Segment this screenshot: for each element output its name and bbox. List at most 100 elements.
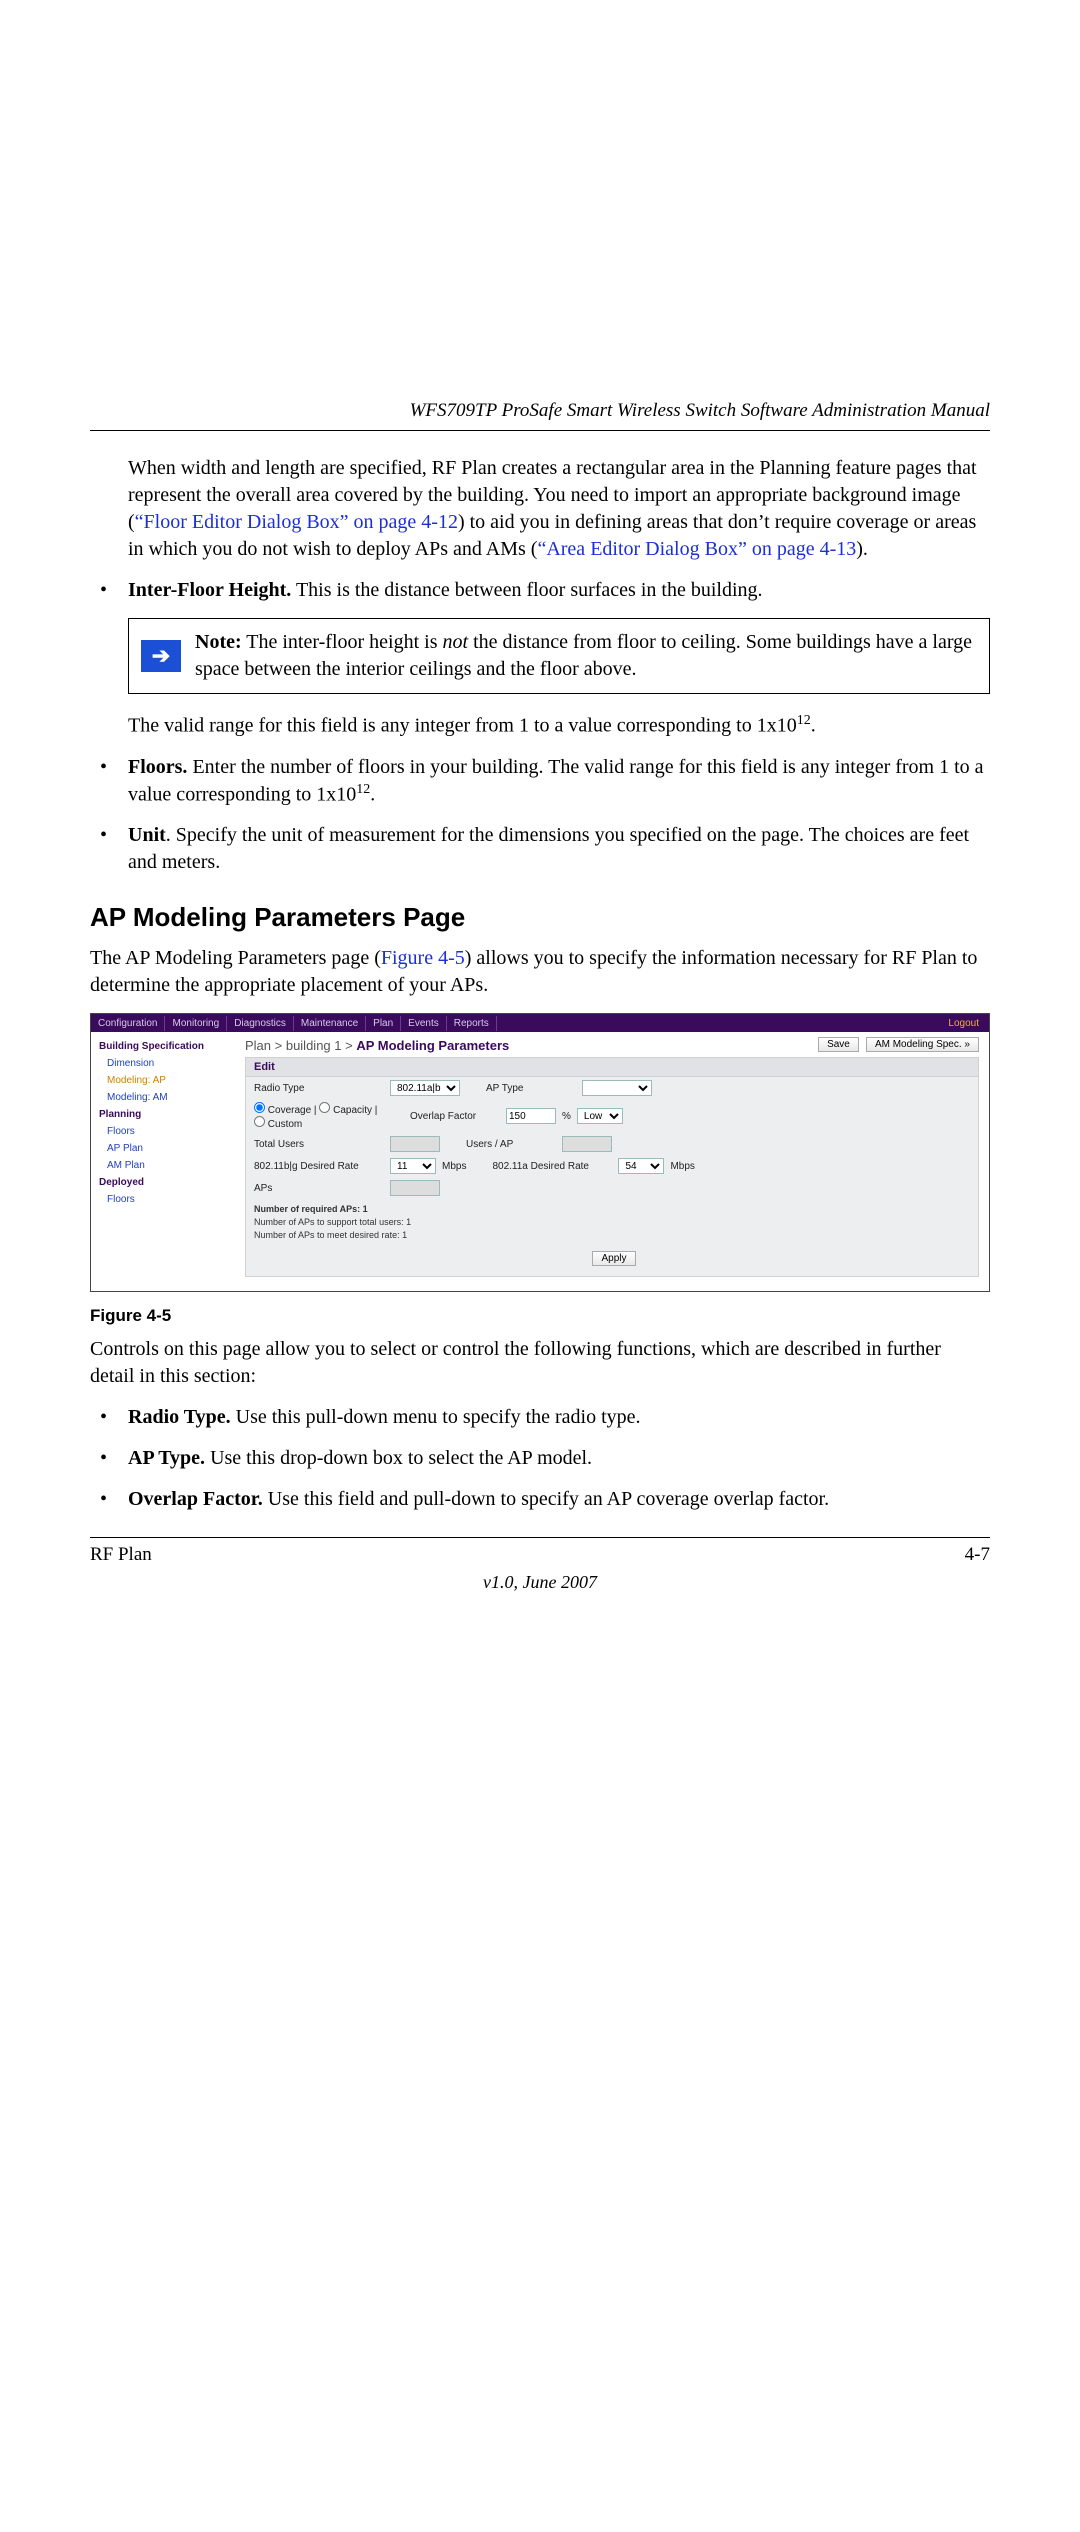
ap-type-bold: AP Type.	[128, 1447, 205, 1469]
figure-screenshot: Configuration Monitoring Diagnostics Mai…	[90, 1013, 990, 1292]
note-arrow-icon: ➔	[141, 640, 181, 672]
sidebar: Building Specification Dimension Modelin…	[91, 1032, 241, 1291]
valid-range-text: The valid range for this field is any in…	[128, 712, 990, 740]
radio-type-bold: Radio Type.	[128, 1406, 231, 1428]
input-users-per-ap	[562, 1136, 612, 1152]
required-line2: Number of APs to meet desired rate: 1	[254, 1230, 407, 1240]
breadcrumb-current: AP Modeling Parameters	[356, 1038, 509, 1053]
bullet-floors: Floors. Enter the number of floors in yo…	[90, 754, 990, 809]
note-text: Note: The inter-floor height is not the …	[195, 629, 977, 683]
required-line1: Number of APs to support total users: 1	[254, 1217, 411, 1227]
ap-type-text: Use this drop-down box to select the AP …	[205, 1447, 592, 1469]
note-bold: Note:	[195, 631, 242, 653]
footer-rule: RF Plan 4-7	[90, 1537, 990, 1566]
floors-bold: Floors.	[128, 756, 187, 778]
sidebar-item-ap-plan[interactable]: AP Plan	[99, 1140, 233, 1157]
label-rate-a: 802.11a Desired Rate	[492, 1161, 612, 1172]
after-figure-paragraph: Controls on this page allow you to selec…	[90, 1336, 990, 1390]
label-ap-type: AP Type	[486, 1083, 576, 1094]
overlap-text: Use this field and pull-down to specify …	[263, 1488, 829, 1510]
radio-coverage[interactable]	[254, 1102, 265, 1113]
select-radio-type[interactable]: 802.11a|b|g	[390, 1080, 460, 1096]
sidebar-item-floors[interactable]: Floors	[99, 1123, 233, 1140]
tab-events[interactable]: Events	[401, 1016, 447, 1031]
inter-floor-bold: Inter-Floor Height.	[128, 579, 291, 601]
select-rate-bg[interactable]: 11	[390, 1158, 436, 1174]
required-head: Number of required APs: 1	[254, 1204, 368, 1214]
tab-monitoring[interactable]: Monitoring	[165, 1016, 227, 1031]
radio-type-text: Use this pull-down menu to specify the r…	[231, 1406, 641, 1428]
footer-version: v1.0, June 2007	[90, 1572, 990, 1593]
sidebar-head-planning: Planning	[99, 1106, 233, 1123]
sidebar-item-modeling-ap[interactable]: Modeling: AP	[99, 1072, 233, 1089]
input-total-users	[390, 1136, 440, 1152]
label-mbps-bg: Mbps	[442, 1161, 466, 1172]
radio-group: Coverage | Capacity | Custom	[254, 1102, 384, 1130]
valid-range-a: The valid range for this field is any in…	[128, 715, 797, 737]
note-ital: not	[443, 631, 469, 653]
sidebar-item-modeling-am[interactable]: Modeling: AM	[99, 1089, 233, 1106]
link-figure-4-5[interactable]: Figure 4-5	[381, 947, 465, 969]
note-a: The inter-floor height is	[242, 631, 443, 653]
document-header: WFS709TP ProSafe Smart Wireless Switch S…	[90, 400, 990, 431]
section-paragraph: The AP Modeling Parameters page (Figure …	[90, 945, 990, 999]
bullet-radio-type: Radio Type. Use this pull-down menu to s…	[90, 1404, 990, 1431]
bullet-ap-type: AP Type. Use this drop-down box to selec…	[90, 1445, 990, 1472]
floors-sup: 12	[356, 782, 370, 797]
radio-capacity[interactable]	[319, 1102, 330, 1113]
bullet-unit: Unit. Specify the unit of measurement fo…	[90, 822, 990, 876]
sidebar-head-building: Building Specification	[99, 1038, 233, 1055]
note-box: ➔ Note: The inter-floor height is not th…	[128, 618, 990, 694]
apply-button[interactable]: Apply	[592, 1251, 635, 1266]
bullet-inter-floor: Inter-Floor Height. This is the distance…	[90, 577, 990, 604]
unit-text: . Specify the unit of measurement for th…	[128, 824, 969, 873]
overlap-bold: Overlap Factor.	[128, 1488, 263, 1510]
inter-floor-text: This is the distance between floor surfa…	[291, 579, 762, 601]
intro-paragraph: When width and length are specified, RF …	[128, 455, 990, 563]
label-coverage: Coverage |	[268, 1105, 317, 1116]
footer-left: RF Plan	[90, 1544, 152, 1566]
tab-configuration[interactable]: Configuration	[91, 1016, 165, 1031]
figure-label: Figure 4-5	[90, 1306, 990, 1326]
input-aps	[390, 1180, 440, 1196]
label-mbps-a: Mbps	[670, 1161, 694, 1172]
label-custom: Custom	[268, 1119, 302, 1130]
label-aps: APs	[254, 1183, 384, 1194]
radio-custom[interactable]	[254, 1116, 265, 1127]
select-overlap[interactable]: Low	[577, 1108, 623, 1124]
sidebar-item-floors-deployed[interactable]: Floors	[99, 1191, 233, 1208]
tab-bar: Configuration Monitoring Diagnostics Mai…	[91, 1014, 989, 1032]
floors-b: .	[370, 783, 375, 805]
valid-range-sup: 12	[797, 713, 811, 728]
input-overlap-factor[interactable]	[506, 1108, 556, 1124]
label-radio-type: Radio Type	[254, 1083, 384, 1094]
label-overlap: Overlap Factor	[410, 1111, 500, 1122]
section-para-a: The AP Modeling Parameters page (	[90, 947, 381, 969]
link-floor-editor[interactable]: “Floor Editor Dialog Box” on page 4-12	[135, 511, 458, 533]
intro-text-c: ).	[856, 538, 868, 560]
logout-link[interactable]: Logout	[948, 1018, 989, 1029]
floors-a: Enter the number of floors in your build…	[128, 756, 984, 806]
label-capacity: Capacity |	[333, 1105, 377, 1116]
tab-diagnostics[interactable]: Diagnostics	[227, 1016, 294, 1031]
valid-range-b: .	[811, 715, 816, 737]
select-ap-type[interactable]	[582, 1080, 652, 1096]
footer-right: 4-7	[965, 1544, 990, 1566]
breadcrumb-path: Plan > building 1 >	[245, 1038, 356, 1053]
sidebar-head-deployed: Deployed	[99, 1174, 233, 1191]
am-modeling-spec-button[interactable]: AM Modeling Spec. »	[866, 1037, 979, 1052]
bullet-overlap-factor: Overlap Factor. Use this field and pull-…	[90, 1486, 990, 1513]
sidebar-item-dimension[interactable]: Dimension	[99, 1055, 233, 1072]
link-area-editor[interactable]: “Area Editor Dialog Box” on page 4-13	[537, 538, 856, 560]
unit-bold: Unit	[128, 824, 166, 846]
sidebar-item-am-plan[interactable]: AM Plan	[99, 1157, 233, 1174]
tab-reports[interactable]: Reports	[447, 1016, 497, 1031]
label-percent: %	[562, 1111, 571, 1122]
tab-maintenance[interactable]: Maintenance	[294, 1016, 366, 1031]
tab-plan[interactable]: Plan	[366, 1016, 401, 1031]
edit-panel: Edit Radio Type 802.11a|b|g AP Type Cove…	[245, 1057, 979, 1277]
edit-panel-header: Edit	[246, 1058, 978, 1077]
save-button[interactable]: Save	[818, 1037, 859, 1052]
select-rate-a[interactable]: 54	[618, 1158, 664, 1174]
label-rate-bg: 802.11b|g Desired Rate	[254, 1161, 384, 1172]
